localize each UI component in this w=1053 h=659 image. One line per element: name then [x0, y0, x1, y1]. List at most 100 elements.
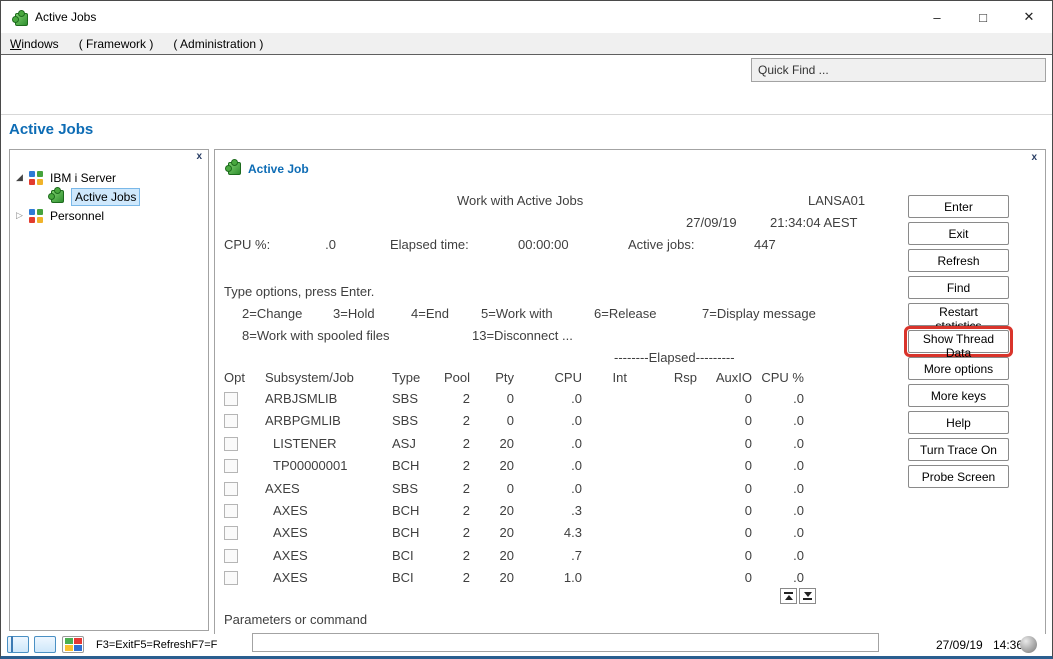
header-auxio: AuxIO	[715, 370, 752, 385]
opt-checkbox[interactable]	[224, 571, 238, 586]
yellow-square	[64, 645, 73, 651]
cell-type: BCH	[392, 503, 420, 518]
sidebar-item-personnel[interactable]: ▷ Personnel	[10, 206, 107, 225]
scroll-to-bottom-button[interactable]	[799, 588, 816, 604]
cell-subsystem: TP00000001	[273, 458, 348, 474]
opt-checkbox[interactable]	[224, 459, 238, 474]
header-type: Type	[392, 370, 421, 385]
close-button[interactable]: ✕	[1006, 1, 1052, 33]
system-name: LANSA01	[808, 193, 866, 208]
pinwheel-icon	[29, 208, 43, 223]
cell-subsystem: AXES	[273, 547, 308, 563]
cell-pool: 2	[462, 547, 470, 563]
cell-subsystem: AXES	[265, 480, 300, 496]
red-square	[73, 638, 82, 644]
opt-checkbox[interactable]	[224, 392, 238, 406]
quick-find-input[interactable]	[751, 58, 1046, 82]
restart-statistics-button[interactable]: Restart statistics	[908, 303, 1009, 333]
cell-pty: 0	[506, 413, 514, 429]
keyboard-icon[interactable]	[34, 636, 56, 653]
menu-item-windows[interactable]: Windows	[10, 37, 59, 51]
scroll-to-top-button[interactable]	[780, 588, 797, 604]
scroll-top-icon	[784, 592, 793, 594]
navigation-tree-panel: x ◢ IBM i Server Active Jobs ▷ Personnel	[9, 149, 209, 631]
cell-cpu-pct: .0	[793, 458, 804, 474]
turn-trace-on-button[interactable]: Turn Trace On	[908, 438, 1009, 461]
menu-item-framework[interactable]: ( Framework )	[79, 37, 154, 51]
cell-cpu: .0	[571, 391, 582, 406]
more-keys-button[interactable]: More keys	[908, 384, 1009, 407]
sidebar-item-active-jobs[interactable]: Active Jobs	[10, 187, 141, 206]
refresh-button[interactable]: Refresh	[908, 249, 1009, 272]
caret-expanded-icon[interactable]: ◢	[14, 172, 25, 183]
help-button[interactable]: Help	[908, 411, 1009, 434]
app-window: Active Jobs – □ ✕ Windows ( Framework ) ( …	[0, 0, 1053, 659]
cell-auxio: 0	[744, 547, 752, 563]
cell-type: BCI	[392, 570, 414, 586]
cell-subsystem: AXES	[273, 525, 308, 541]
opt-checkbox[interactable]	[224, 414, 238, 429]
blue-square	[73, 645, 82, 651]
command-input[interactable]	[252, 633, 879, 652]
menu-bar: Windows ( Framework ) ( Administration )	[1, 33, 1052, 55]
show-thread-data-button[interactable]: Show Thread Data	[908, 330, 1009, 360]
status-date: 27/09/19	[936, 638, 983, 652]
table-row: ARBJSMLIB SBS 2 0 .0 0 .0	[224, 391, 824, 411]
more-options-button[interactable]: More options	[908, 357, 1009, 380]
cell-pty: 20	[499, 435, 514, 451]
apps-icon[interactable]	[62, 636, 84, 653]
cell-cpu: 4.3	[563, 525, 582, 541]
cell-type: BCH	[392, 458, 420, 474]
cell-pool: 2	[462, 391, 470, 406]
screen-time: 21:34:04 AEST	[770, 215, 858, 230]
tree-item-label: IBM i Server	[50, 170, 117, 185]
probe-screen-button[interactable]: Probe Screen	[908, 465, 1009, 488]
option-13: 13=Disconnect ...	[472, 328, 573, 343]
cell-cpu: .7	[571, 547, 582, 563]
opt-checkbox[interactable]	[224, 481, 238, 496]
tree-item-label: Personnel	[50, 208, 105, 223]
cell-cpu: .3	[571, 503, 582, 518]
table-row: AXES BCI 2 20 1.0 0 .0	[224, 570, 824, 590]
cell-pty: 20	[499, 458, 514, 474]
cell-pty: 20	[499, 570, 514, 586]
opt-checkbox[interactable]	[224, 504, 238, 518]
active-job-panel: x Active Job Work with Active Jobs LANSA…	[214, 149, 1046, 652]
opt-checkbox[interactable]	[224, 436, 238, 451]
panel-close-icon[interactable]: x	[1031, 152, 1037, 163]
cell-type: BCI	[392, 547, 414, 563]
cpu-label: CPU %:	[224, 237, 271, 252]
window-title: Active Jobs	[35, 10, 97, 24]
header-pool: Pool	[443, 370, 470, 385]
title-bar: Active Jobs – □ ✕	[1, 1, 1052, 33]
cpu-value: .0	[325, 237, 336, 252]
cell-auxio: 0	[744, 458, 752, 474]
minimize-button[interactable]: –	[914, 1, 960, 33]
toolbar	[1, 56, 1052, 115]
cell-type: SBS	[392, 391, 419, 406]
header-int: Int	[612, 370, 627, 385]
cell-auxio: 0	[744, 480, 752, 496]
cell-pool: 2	[462, 435, 470, 451]
cell-auxio: 0	[744, 413, 752, 429]
tree-close-icon[interactable]: x	[196, 151, 202, 162]
maximize-button[interactable]: □	[960, 1, 1006, 33]
table-row: AXES BCH 2 20 .3 0 .0	[224, 503, 824, 523]
find-button[interactable]: Find	[908, 276, 1009, 299]
scroll-bottom-icon	[803, 598, 812, 600]
cell-pty: 20	[499, 503, 514, 518]
header-rsp: Rsp	[673, 370, 697, 385]
table-row: ARBPGMLIB SBS 2 0 .0 0 .0	[224, 413, 824, 433]
sidebar-item-ibm-i-server[interactable]: ◢ IBM i Server	[10, 168, 119, 187]
option-8: 8=Work with spooled files	[242, 328, 390, 343]
opt-checkbox[interactable]	[224, 526, 238, 541]
enter-button[interactable]: Enter	[908, 195, 1009, 218]
cell-cpu: .0	[571, 480, 582, 496]
table-row: AXES BCH 2 20 4.3 0 .0	[224, 525, 824, 545]
menu-item-administration[interactable]: ( Administration )	[173, 37, 263, 51]
caret-collapsed-icon[interactable]: ▷	[14, 210, 25, 221]
opt-checkbox[interactable]	[224, 548, 238, 563]
exit-button[interactable]: Exit	[908, 222, 1009, 245]
scroll-top-triangle	[784, 595, 793, 600]
screen-view-icon[interactable]	[7, 636, 29, 653]
